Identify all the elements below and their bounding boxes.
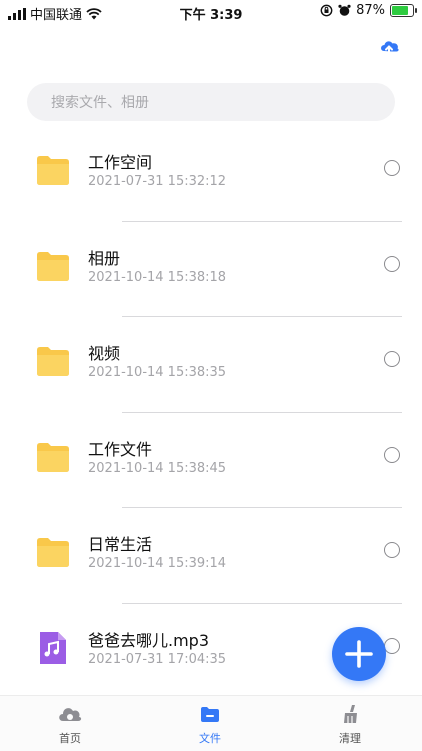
folder-icon bbox=[36, 441, 70, 473]
broom-icon bbox=[344, 705, 357, 723]
audio-file-icon bbox=[36, 631, 70, 664]
folder-icon bbox=[201, 707, 219, 722]
select-checkbox[interactable] bbox=[384, 446, 400, 463]
cloud-upload-button[interactable] bbox=[378, 36, 402, 58]
file-row[interactable]: 视频 2021-10-14 15:38:35 bbox=[0, 317, 422, 413]
tab-bar: 首页 文件 清理 bbox=[0, 695, 422, 751]
file-row[interactable]: 日常生活 2021-10-14 15:39:14 bbox=[0, 508, 422, 604]
file-list: 工作空间 2021-07-31 15:32:12 相册 2021-10-14 15:3… bbox=[0, 126, 422, 699]
folder-icon bbox=[36, 250, 70, 282]
folder-icon bbox=[36, 345, 70, 377]
folder-icon bbox=[36, 154, 70, 186]
battery-fill bbox=[392, 6, 408, 15]
select-checkbox[interactable] bbox=[384, 160, 400, 176]
tab-home[interactable]: 首页 bbox=[40, 704, 100, 746]
battery-percent: 87% bbox=[356, 3, 385, 18]
select-checkbox[interactable] bbox=[384, 542, 400, 558]
tab-home-label: 首页 bbox=[59, 732, 81, 745]
cloud-upload-icon bbox=[381, 41, 399, 56]
search-input[interactable] bbox=[27, 83, 395, 121]
file-time: 2021-10-14 15:38:18 bbox=[88, 269, 227, 285]
select-checkbox[interactable] bbox=[384, 351, 400, 367]
folder-icon bbox=[36, 536, 70, 568]
battery-icon bbox=[390, 4, 417, 17]
file-time: 2021-07-31 17:04:35 bbox=[88, 651, 227, 667]
file-name: 相册 bbox=[88, 248, 121, 268]
plus-icon bbox=[345, 640, 373, 668]
file-name: 工作空间 bbox=[88, 153, 153, 172]
tab-clean-label: 清理 bbox=[339, 732, 361, 745]
file-name: 工作文件 bbox=[88, 439, 153, 459]
file-row[interactable]: 相册 2021-10-14 15:38:18 bbox=[0, 222, 422, 317]
tab-clean[interactable]: 清理 bbox=[320, 704, 380, 746]
file-time: 2021-10-14 15:38:45 bbox=[88, 460, 227, 476]
select-checkbox[interactable] bbox=[384, 637, 400, 654]
rotation-lock-icon bbox=[320, 4, 333, 17]
file-name: 视频 bbox=[88, 344, 121, 363]
file-row[interactable]: 工作空间 2021-07-31 15:32:12 bbox=[0, 126, 422, 222]
file-row[interactable]: 工作文件 2021-10-14 15:38:45 bbox=[0, 413, 422, 508]
file-name: 爸爸去哪儿.mp3 bbox=[88, 630, 210, 650]
tab-files-label: 文件 bbox=[199, 732, 221, 745]
add-button[interactable] bbox=[332, 627, 386, 681]
file-time: 2021-10-14 15:38:35 bbox=[88, 365, 227, 380]
status-bar: 中国联通 下午 3:39 87% bbox=[0, 0, 422, 26]
status-bar-right: 87% bbox=[320, 3, 417, 18]
file-time: 2021-10-14 15:39:14 bbox=[88, 556, 227, 571]
cloud-home-icon bbox=[59, 708, 82, 721]
tab-files[interactable]: 文件 bbox=[180, 704, 240, 746]
select-checkbox[interactable] bbox=[384, 255, 400, 272]
alarm-icon bbox=[338, 4, 351, 16]
file-name: 日常生活 bbox=[88, 535, 153, 554]
file-time: 2021-07-31 15:32:12 bbox=[88, 174, 227, 189]
